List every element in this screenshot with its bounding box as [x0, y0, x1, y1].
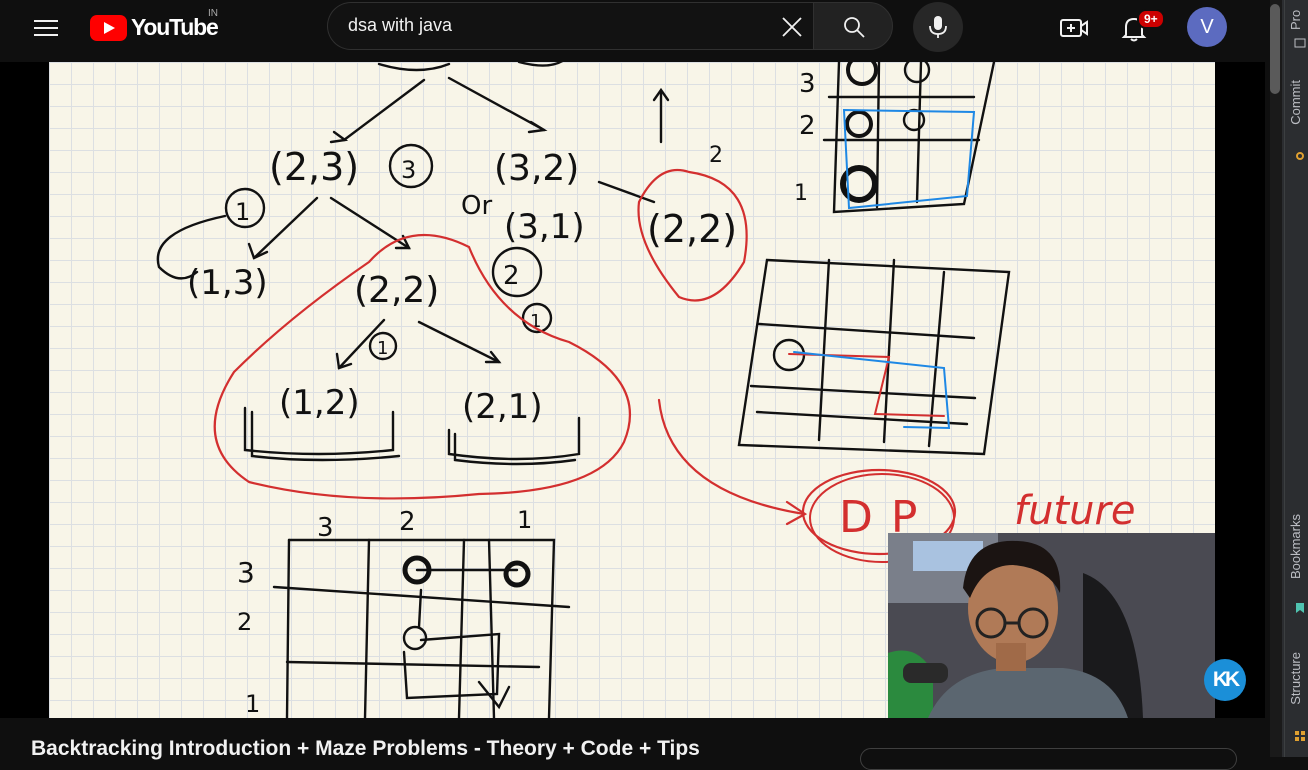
or-label: Or: [461, 191, 492, 221]
commit-icon: [1296, 152, 1304, 160]
bookmark-icon: [1296, 603, 1304, 613]
structure-icon: [1295, 731, 1305, 741]
sidebar-chip-bar[interactable]: [860, 748, 1237, 770]
hamburger-menu-icon[interactable]: [26, 8, 66, 48]
country-code: IN: [208, 8, 218, 19]
node-label: (2,3): [269, 145, 359, 189]
row-label: 1: [794, 181, 808, 206]
circled-label: 2: [503, 261, 520, 291]
node-label: (2,1): [462, 387, 543, 427]
presenter-image: [888, 533, 1215, 718]
ide-tab-project[interactable]: Pro: [1288, 0, 1303, 30]
folder-icon: [1294, 38, 1306, 48]
masthead: YouTube IN dsa with java 9+ V: [0, 0, 1270, 56]
page-scrollbar[interactable]: [1270, 0, 1282, 757]
video-plus-icon[interactable]: [1058, 12, 1090, 44]
search-icon: [844, 17, 865, 38]
node-label: (3,1): [504, 207, 585, 247]
row-label: 3: [237, 556, 255, 589]
circled-label: 1: [235, 198, 250, 226]
circled-label: 1: [377, 338, 388, 359]
webcam-overlay: [888, 533, 1215, 718]
youtube-play-icon: [90, 15, 127, 41]
video-title: Backtracking Introduction + Maze Problem…: [31, 737, 700, 760]
avatar[interactable]: V: [1187, 7, 1227, 47]
row-label: 1: [245, 690, 260, 718]
circled-label: 3: [401, 156, 416, 184]
col-label: 1: [517, 506, 532, 534]
scrollbar-thumb[interactable]: [1270, 4, 1280, 94]
search-button[interactable]: [813, 2, 893, 50]
col-label: 2: [399, 507, 416, 537]
node-label: (2,2): [647, 207, 737, 251]
ide-tab-bookmarks[interactable]: Bookmarks: [1288, 514, 1303, 579]
row-label: 3: [799, 69, 816, 99]
svg-text:2: 2: [709, 143, 723, 168]
col-label: 3: [317, 513, 334, 543]
node-label: (2,2): [354, 270, 439, 311]
future-label: future: [1014, 488, 1136, 534]
voice-search-button[interactable]: [913, 2, 963, 52]
node-label: (3,2): [494, 148, 579, 189]
notification-count-badge: 9+: [1137, 9, 1165, 29]
row-label: 2: [799, 111, 816, 141]
row-label: 2: [237, 608, 252, 636]
search-box[interactable]: dsa with java: [327, 2, 813, 50]
node-label: (1,2): [279, 383, 360, 423]
ide-tab-commit[interactable]: Commit: [1288, 80, 1303, 125]
search-input[interactable]: dsa with java: [348, 15, 452, 36]
close-icon[interactable]: [780, 15, 804, 39]
ide-tab-structure[interactable]: Structure: [1288, 652, 1303, 705]
microphone-icon: [929, 16, 947, 38]
node-label: (1,3): [187, 263, 268, 303]
ide-divider: [1284, 0, 1285, 757]
youtube-logo[interactable]: YouTube IN: [90, 8, 230, 43]
channel-watermark[interactable]: KK: [1204, 659, 1246, 701]
logo-text: YouTube: [131, 14, 219, 40]
